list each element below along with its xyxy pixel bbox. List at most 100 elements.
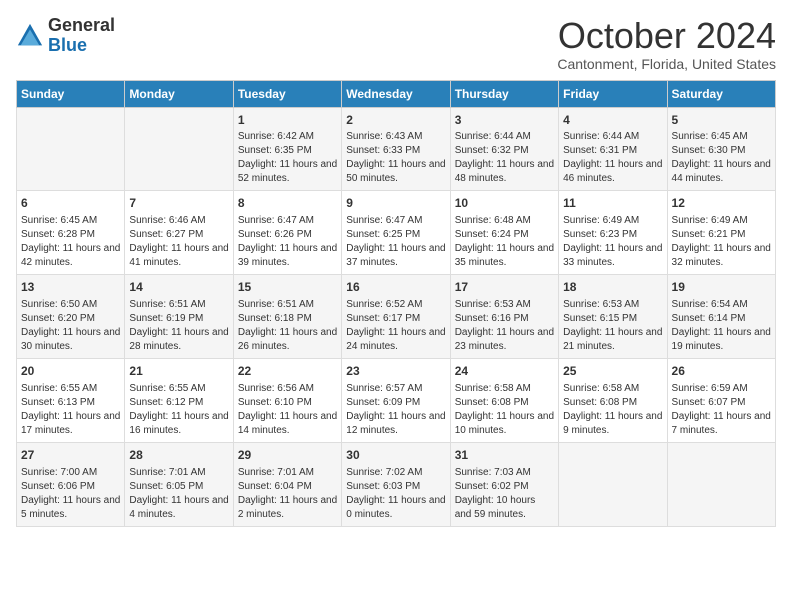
calendar-cell: 6 Sunrise: 6:45 AM Sunset: 6:28 PM Daylig… xyxy=(17,191,125,275)
day-number: 31 xyxy=(455,447,554,464)
day-info: Sunrise: 6:59 AM Sunset: 6:07 PM Dayligh… xyxy=(672,382,771,438)
day-info: Sunrise: 6:46 AM Sunset: 6:27 PM Dayligh… xyxy=(129,214,228,270)
day-number: 21 xyxy=(129,363,228,380)
day-number: 4 xyxy=(563,112,662,129)
day-info: Sunrise: 7:00 AM Sunset: 6:06 PM Dayligh… xyxy=(21,466,120,522)
day-number: 5 xyxy=(672,112,771,129)
day-number: 13 xyxy=(21,279,120,296)
day-number: 10 xyxy=(455,195,554,212)
logo: General Blue xyxy=(16,16,115,56)
calendar-cell: 27 Sunrise: 7:00 AM Sunset: 6:06 PM Dayli… xyxy=(17,442,125,526)
calendar-cell: 7Sunrise: 6:46 AM Sunset: 6:27 PM Daylig… xyxy=(125,191,233,275)
day-number: 26 xyxy=(672,363,771,380)
calendar-week-row: 27 Sunrise: 7:00 AM Sunset: 6:06 PM Dayli… xyxy=(17,442,776,526)
calendar-cell: 17 Sunrise: 6:53 AM Sunset: 6:16 PM Dayli… xyxy=(450,275,558,359)
day-info: Sunrise: 6:45 AM Sunset: 6:28 PM Dayligh… xyxy=(21,214,120,270)
day-number: 20 xyxy=(21,363,120,380)
calendar-week-row: 20 Sunrise: 6:55 AM Sunset: 6:13 PM Dayli… xyxy=(17,358,776,442)
day-number: 27 xyxy=(21,447,120,464)
logo-icon xyxy=(16,22,44,50)
header-sunday: Sunday xyxy=(17,80,125,107)
calendar-cell: 1Sunrise: 6:42 AM Sunset: 6:35 PM Daylig… xyxy=(233,107,341,191)
day-info: Sunrise: 6:42 AM Sunset: 6:35 PM Dayligh… xyxy=(238,130,337,186)
calendar-header-row: Sunday Monday Tuesday Wednesday Thursday… xyxy=(17,80,776,107)
day-number: 18 xyxy=(563,279,662,296)
calendar-cell: 2Sunrise: 6:43 AM Sunset: 6:33 PM Daylig… xyxy=(342,107,450,191)
day-number: 29 xyxy=(238,447,337,464)
calendar-cell: 21 Sunrise: 6:55 AM Sunset: 6:12 PM Dayli… xyxy=(125,358,233,442)
calendar-cell: 12 Sunrise: 6:49 AM Sunset: 6:21 PM Dayli… xyxy=(667,191,775,275)
header-wednesday: Wednesday xyxy=(342,80,450,107)
header-thursday: Thursday xyxy=(450,80,558,107)
day-info: Sunrise: 6:53 AM Sunset: 6:16 PM Dayligh… xyxy=(455,298,554,354)
day-info: Sunrise: 6:57 AM Sunset: 6:09 PM Dayligh… xyxy=(346,382,445,438)
day-info: Sunrise: 7:01 AM Sunset: 6:04 PM Dayligh… xyxy=(238,466,337,522)
day-info: Sunrise: 6:55 AM Sunset: 6:13 PM Dayligh… xyxy=(21,382,120,438)
day-number: 17 xyxy=(455,279,554,296)
day-number: 16 xyxy=(346,279,445,296)
day-info: Sunrise: 6:44 AM Sunset: 6:32 PM Dayligh… xyxy=(455,130,554,186)
day-info: Sunrise: 7:02 AM Sunset: 6:03 PM Dayligh… xyxy=(346,466,445,522)
day-info: Sunrise: 6:45 AM Sunset: 6:30 PM Dayligh… xyxy=(672,130,771,186)
day-number: 23 xyxy=(346,363,445,380)
day-number: 14 xyxy=(129,279,228,296)
month-title: October 2024 xyxy=(557,16,776,56)
day-info: Sunrise: 6:50 AM Sunset: 6:20 PM Dayligh… xyxy=(21,298,120,354)
day-number: 25 xyxy=(563,363,662,380)
calendar-cell: 14 Sunrise: 6:51 AM Sunset: 6:19 PM Dayli… xyxy=(125,275,233,359)
day-info: Sunrise: 7:01 AM Sunset: 6:05 PM Dayligh… xyxy=(129,466,228,522)
calendar-cell: 23 Sunrise: 6:57 AM Sunset: 6:09 PM Dayli… xyxy=(342,358,450,442)
calendar-cell xyxy=(559,442,667,526)
day-number: 22 xyxy=(238,363,337,380)
day-info: Sunrise: 6:51 AM Sunset: 6:19 PM Dayligh… xyxy=(129,298,228,354)
day-number: 1 xyxy=(238,112,337,129)
calendar-cell xyxy=(125,107,233,191)
calendar-cell: 28 Sunrise: 7:01 AM Sunset: 6:05 PM Dayli… xyxy=(125,442,233,526)
day-info: Sunrise: 6:54 AM Sunset: 6:14 PM Dayligh… xyxy=(672,298,771,354)
day-info: Sunrise: 6:52 AM Sunset: 6:17 PM Dayligh… xyxy=(346,298,445,354)
page-header: General Blue October 2024 Cantonment, Fl… xyxy=(16,16,776,72)
day-info: Sunrise: 6:58 AM Sunset: 6:08 PM Dayligh… xyxy=(563,382,662,438)
calendar-cell: 8 Sunrise: 6:47 AM Sunset: 6:26 PM Daylig… xyxy=(233,191,341,275)
calendar-cell: 26 Sunrise: 6:59 AM Sunset: 6:07 PM Dayli… xyxy=(667,358,775,442)
calendar-cell: 4Sunrise: 6:44 AM Sunset: 6:31 PM Daylig… xyxy=(559,107,667,191)
day-number: 2 xyxy=(346,112,445,129)
calendar-cell: 3Sunrise: 6:44 AM Sunset: 6:32 PM Daylig… xyxy=(450,107,558,191)
day-number: 9 xyxy=(346,195,445,212)
location: Cantonment, Florida, United States xyxy=(557,56,776,72)
header-tuesday: Tuesday xyxy=(233,80,341,107)
calendar-cell: 20 Sunrise: 6:55 AM Sunset: 6:13 PM Dayli… xyxy=(17,358,125,442)
day-info: Sunrise: 6:53 AM Sunset: 6:15 PM Dayligh… xyxy=(563,298,662,354)
day-number: 24 xyxy=(455,363,554,380)
calendar-cell: 15Sunrise: 6:51 AM Sunset: 6:18 PM Dayli… xyxy=(233,275,341,359)
day-info: Sunrise: 6:51 AM Sunset: 6:18 PM Dayligh… xyxy=(238,298,337,354)
day-number: 6 xyxy=(21,195,120,212)
day-info: Sunrise: 6:58 AM Sunset: 6:08 PM Dayligh… xyxy=(455,382,554,438)
calendar-week-row: 6 Sunrise: 6:45 AM Sunset: 6:28 PM Daylig… xyxy=(17,191,776,275)
calendar-cell: 16 Sunrise: 6:52 AM Sunset: 6:17 PM Dayli… xyxy=(342,275,450,359)
header-friday: Friday xyxy=(559,80,667,107)
day-number: 8 xyxy=(238,195,337,212)
calendar-week-row: 1Sunrise: 6:42 AM Sunset: 6:35 PM Daylig… xyxy=(17,107,776,191)
calendar-cell: 9Sunrise: 6:47 AM Sunset: 6:25 PM Daylig… xyxy=(342,191,450,275)
calendar-cell: 5Sunrise: 6:45 AM Sunset: 6:30 PM Daylig… xyxy=(667,107,775,191)
day-number: 12 xyxy=(672,195,771,212)
day-info: Sunrise: 7:03 AM Sunset: 6:02 PM Dayligh… xyxy=(455,466,554,522)
header-monday: Monday xyxy=(125,80,233,107)
logo-text: General Blue xyxy=(48,16,115,56)
day-number: 19 xyxy=(672,279,771,296)
day-number: 3 xyxy=(455,112,554,129)
day-number: 11 xyxy=(563,195,662,212)
calendar-cell: 29 Sunrise: 7:01 AM Sunset: 6:04 PM Dayli… xyxy=(233,442,341,526)
day-info: Sunrise: 6:48 AM Sunset: 6:24 PM Dayligh… xyxy=(455,214,554,270)
day-info: Sunrise: 6:49 AM Sunset: 6:23 PM Dayligh… xyxy=(563,214,662,270)
calendar-cell xyxy=(667,442,775,526)
day-info: Sunrise: 6:49 AM Sunset: 6:21 PM Dayligh… xyxy=(672,214,771,270)
day-info: Sunrise: 6:47 AM Sunset: 6:26 PM Dayligh… xyxy=(238,214,337,270)
calendar-week-row: 13 Sunrise: 6:50 AM Sunset: 6:20 PM Dayli… xyxy=(17,275,776,359)
calendar-cell: 31 Sunrise: 7:03 AM Sunset: 6:02 PM Dayli… xyxy=(450,442,558,526)
calendar-cell xyxy=(17,107,125,191)
day-number: 28 xyxy=(129,447,228,464)
day-info: Sunrise: 6:55 AM Sunset: 6:12 PM Dayligh… xyxy=(129,382,228,438)
calendar-cell: 19 Sunrise: 6:54 AM Sunset: 6:14 PM Dayli… xyxy=(667,275,775,359)
